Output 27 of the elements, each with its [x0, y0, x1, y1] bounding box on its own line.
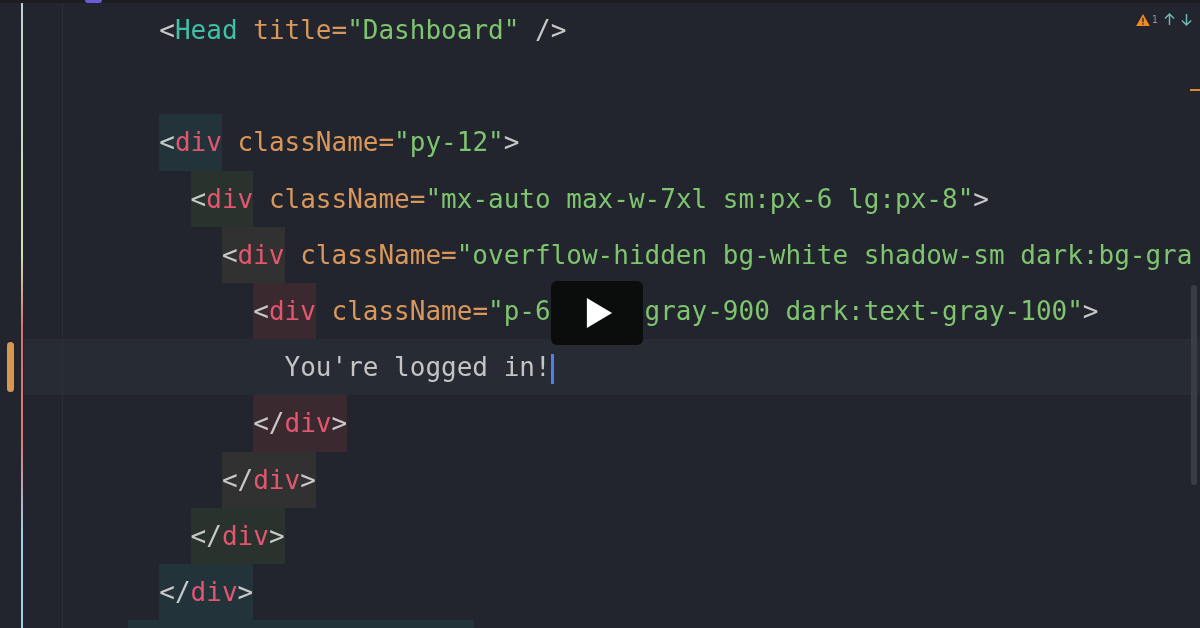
bracket-highlight: <div [253, 282, 316, 340]
code-string: "py-12" [394, 127, 504, 158]
code-component: Head [174, 15, 238, 45]
code-punctuation: > [973, 183, 989, 214]
code-attribute: className= [267, 183, 426, 214]
code-string: "Dashboard" [347, 15, 520, 45]
code-attribute: className= [236, 127, 395, 158]
code-string: "mx-auto max-w-7xl sm:px-6 lg:px-8" [425, 183, 974, 214]
bracket-highlight: </div> [190, 507, 285, 564]
bracket-highlight: <div [190, 170, 254, 227]
bracket-highlight: <div [221, 226, 285, 283]
code-string: "overflow-hidden bg-white shadow-sm dark:bg-gra [456, 239, 1193, 270]
code-string: gray-900 dark:text-gray-100" [644, 295, 1083, 326]
code-attribute: title= [252, 15, 348, 45]
bracket-highlight: </div> [253, 395, 348, 452]
code-punctuation: > [503, 127, 520, 158]
code-text: You're logged in! [284, 352, 551, 383]
code-punctuation: /> [534, 15, 567, 45]
bracket-highlight: </div> [221, 451, 316, 508]
code-punctuation: > [1082, 295, 1099, 326]
bracket-highlight: </div> [159, 563, 254, 621]
bracket-highlight: <div [159, 114, 222, 171]
code-attribute: className= [299, 239, 457, 270]
code-punctuation: < [159, 15, 175, 45]
warning-count: 1 [1151, 14, 1158, 25]
code-string: "p-6 [488, 295, 551, 326]
code-attribute: className= [330, 295, 489, 326]
